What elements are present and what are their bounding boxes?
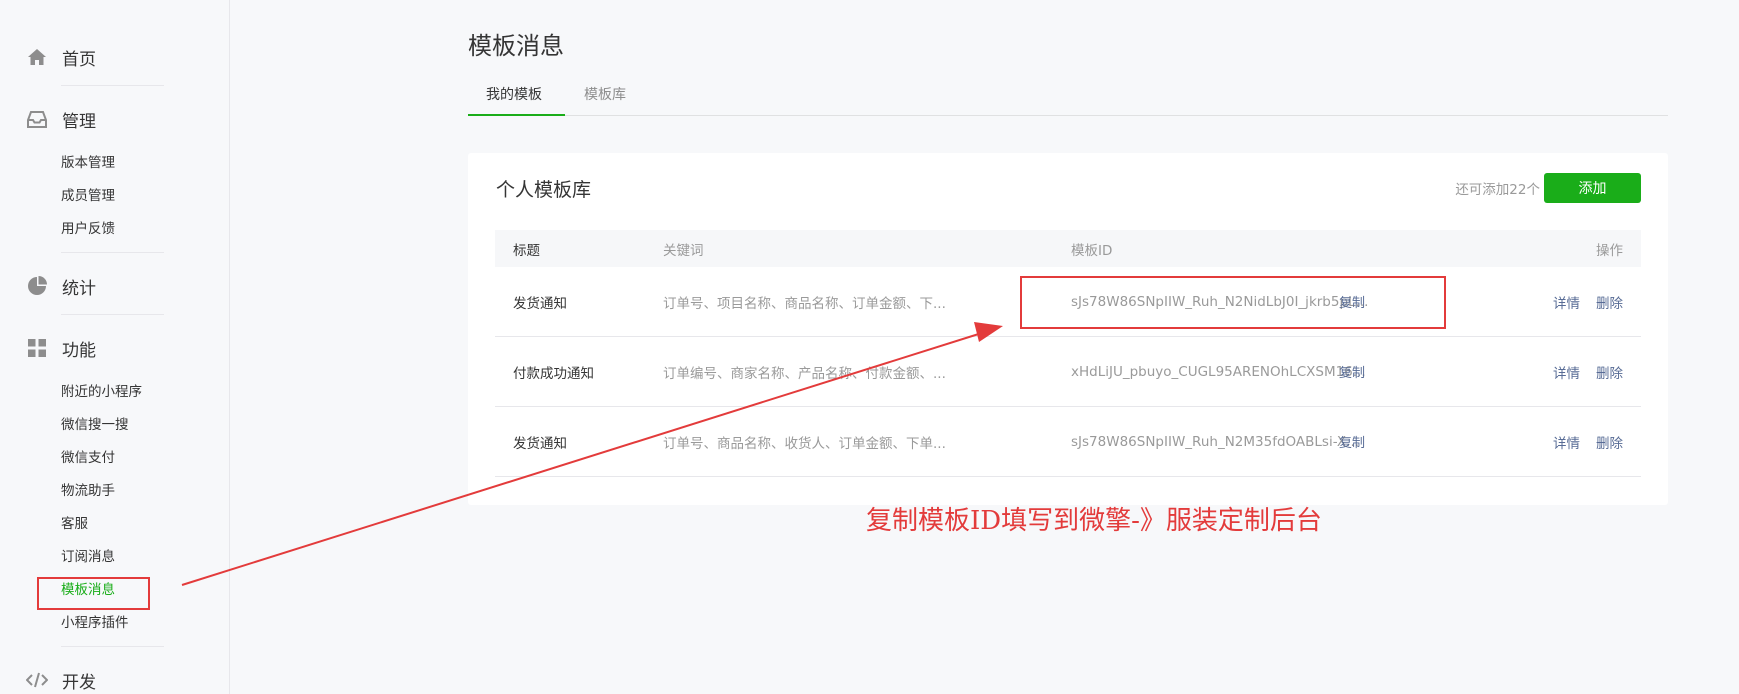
inbox-icon [26,108,48,130]
card-title: 个人模板库 [496,179,592,201]
divider [61,85,164,86]
nav-manage[interactable]: 管理 [0,104,96,134]
nav-dev-label: 开发 [62,672,96,693]
nav-features[interactable]: 功能 [0,333,96,363]
template-card: 个人模板库 还可添加22个 添加 标题 关键词 模板ID 操作 发货通知 订单号… [468,153,1668,505]
grid-icon [26,337,48,359]
nav-stats[interactable]: 统计 [0,271,96,301]
row-keywords: 订单编号、商家名称、产品名称、付款金额、... [663,365,946,382]
detail-link[interactable]: 详情 [1553,337,1580,406]
tab-bar: 我的模板 模板库 [468,83,1668,116]
sidebar-item-service[interactable]: 客服 [0,508,230,541]
sidebar-item-feedback[interactable]: 用户反馈 [0,213,230,246]
nav-home[interactable]: 首页 [0,42,96,72]
detail-link[interactable]: 详情 [1553,267,1580,336]
sidebar-item-pay[interactable]: 微信支付 [0,442,230,475]
sidebar-item-plugin[interactable]: 小程序插件 [0,607,230,640]
sidebar-item-logistics[interactable]: 物流助手 [0,475,230,508]
delete-link[interactable]: 删除 [1596,407,1623,476]
home-icon [26,46,48,68]
col-keywords-header: 关键词 [663,242,704,259]
col-template-id-header: 模板ID [1071,242,1113,259]
divider [61,252,164,253]
features-submenu: 附近的小程序 微信搜一搜 微信支付 物流助手 客服 订阅消息 模板消息 小程序插… [0,376,230,640]
delete-link[interactable]: 删除 [1596,337,1623,406]
col-title-header: 标题 [513,242,540,259]
tab-my-templates[interactable]: 我的模板 [468,83,565,116]
nav-features-label: 功能 [62,340,96,361]
annotation-text: 复制模板ID填写到微擎-》服装定制后台 [866,506,1322,536]
sidebar-item-members[interactable]: 成员管理 [0,180,230,213]
nav-manage-label: 管理 [62,111,96,132]
row-title: 发货通知 [513,435,567,452]
tab-template-library[interactable]: 模板库 [584,83,626,116]
nav-stats-label: 统计 [62,278,96,299]
add-button[interactable]: 添加 [1544,173,1641,203]
row-title: 付款成功通知 [513,365,594,382]
row-template-id: sJs78W86SNpIIW_Ruh_N2M35fdOABLsi-X... [1071,433,1360,450]
remain-count-text: 还可添加22个 [1455,182,1540,198]
sidebar-item-version[interactable]: 版本管理 [0,147,230,180]
pie-chart-icon [26,275,48,297]
delete-link[interactable]: 删除 [1596,267,1623,336]
row-keywords: 订单号、项目名称、商品名称、订单金额、下... [663,295,946,312]
page-title: 模板消息 [468,32,564,60]
row-template-id: xHdLiJU_pbuyo_CUGL95ARENOhLCXSM16... [1071,363,1366,380]
row-template-id: sJs78W86SNpIIW_Ruh_N2NidLbJ0I_jkrb5pL... [1071,293,1369,310]
sidebar-item-search[interactable]: 微信搜一搜 [0,409,230,442]
copy-link[interactable]: 复制 [1339,407,1365,476]
table-row: 发货通知 订单号、项目名称、商品名称、订单金额、下... sJs78W86SNp… [495,267,1641,337]
table-row: 发货通知 订单号、商品名称、收货人、订单金额、下单... sJs78W86SNp… [495,407,1641,477]
sidebar-item-nearby[interactable]: 附近的小程序 [0,376,230,409]
copy-link[interactable]: 复制 [1339,337,1365,406]
divider [61,646,164,647]
table-header: 标题 关键词 模板ID 操作 [495,230,1641,267]
copy-link[interactable]: 复制 [1339,267,1365,336]
detail-link[interactable]: 详情 [1553,407,1580,476]
divider [61,314,164,315]
sidebar: 首页 管理 版本管理 成员管理 用户反馈 统计 功能 附近的小程序 微信搜一搜 … [0,0,230,694]
nav-dev[interactable]: 开发 [0,665,96,694]
sidebar-item-template-message[interactable]: 模板消息 [0,574,230,607]
table-row: 付款成功通知 订单编号、商家名称、产品名称、付款金额、... xHdLiJU_p… [495,337,1641,407]
col-actions-header: 操作 [1596,242,1623,259]
manage-submenu: 版本管理 成员管理 用户反馈 [0,147,230,246]
sidebar-item-subscribe[interactable]: 订阅消息 [0,541,230,574]
code-icon [26,669,48,691]
template-table: 标题 关键词 模板ID 操作 发货通知 订单号、项目名称、商品名称、订单金额、下… [495,230,1641,477]
row-title: 发货通知 [513,295,567,312]
nav-home-label: 首页 [62,49,96,70]
row-keywords: 订单号、商品名称、收货人、订单金额、下单... [663,435,946,452]
